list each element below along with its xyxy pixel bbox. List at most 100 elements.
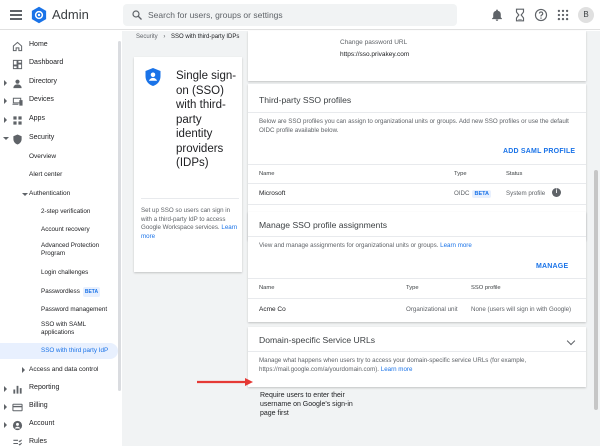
sidebar-item-label: Alert center <box>29 171 63 178</box>
shield-icon <box>13 134 22 145</box>
info-description: Set up SSO so users can sign in with a t… <box>141 198 239 241</box>
divider <box>248 112 586 113</box>
sidebar-item-label: Account <box>29 420 55 427</box>
profile-name: Microsoft <box>259 190 286 197</box>
divider <box>248 278 586 279</box>
sidebar-item-authentication[interactable]: Authentication <box>0 186 118 202</box>
profile-type: OIDC BETA <box>454 190 492 198</box>
domain-urls-title: Domain-specific Service URLs <box>259 335 376 345</box>
column-header-type: Type <box>406 285 419 291</box>
page-title: Single sign-on (SSO) with third-party id… <box>176 70 237 169</box>
sidebar-item-alert-center[interactable]: Alert center <box>0 167 118 183</box>
add-saml-profile-button[interactable]: ADD SAML PROFILE <box>503 148 575 155</box>
divider <box>248 351 586 352</box>
top-bar: Admin B <box>0 0 600 30</box>
third-party-sso-title: Third-party SSO profiles <box>259 95 352 105</box>
sidebar-item-label: Passwordless BETA <box>41 287 111 297</box>
breadcrumb-security-link[interactable]: Security <box>136 34 158 40</box>
person-icon <box>13 79 22 89</box>
sidebar-item-security[interactable]: Security <box>0 130 118 148</box>
main-menu-icon[interactable] <box>8 7 24 23</box>
sidebar-item-label: Apps <box>29 115 45 122</box>
sidebar: Home Dashboard Directory Devices Apps Se… <box>0 31 122 446</box>
sidebar-item-account[interactable]: Account <box>0 416 118 434</box>
column-header-status: Status <box>506 171 523 177</box>
info-description-text: Set up SSO so users can sign in with a t… <box>141 207 231 231</box>
main-scrollbar[interactable] <box>594 170 598 410</box>
notifications-bell-icon[interactable] <box>490 8 504 22</box>
assignment-name: Acme Co <box>259 306 286 313</box>
learn-more-link[interactable]: Learn more <box>381 366 413 373</box>
manage-button[interactable]: MANAGE <box>536 263 568 270</box>
expand-arrow-icon[interactable] <box>4 404 7 410</box>
change-password-label: Change password URL <box>340 39 408 46</box>
expand-arrow-icon[interactable] <box>4 117 7 123</box>
sidebar-item-apps[interactable]: Apps <box>0 111 118 129</box>
sidebar-item-label: SSO with SAML applications <box>41 321 86 336</box>
app-title[interactable]: Admin <box>52 7 89 22</box>
change-password-panel: Change password URL https://sso.privakey… <box>248 31 586 81</box>
sidebar-item-rules[interactable]: Rules <box>0 434 118 446</box>
assignments-title: Manage SSO profile assignments <box>259 220 388 230</box>
domain-urls-description: Manage what happens when users try to ac… <box>259 357 579 374</box>
sidebar-item-directory[interactable]: Directory <box>0 74 118 92</box>
sidebar-item-label: Dashboard <box>29 59 64 66</box>
info-icon[interactable]: i <box>552 188 561 197</box>
help-icon[interactable] <box>534 8 548 22</box>
third-party-sso-description: Below are SSO profiles you can assign to… <box>259 118 569 134</box>
divider <box>248 164 586 165</box>
annotation-note: Require users to enter their username on… <box>260 392 353 417</box>
sidebar-item-label: Access and data control <box>29 366 99 373</box>
sidebar-item-label: Security <box>29 134 55 141</box>
breadcrumb-separator: › <box>163 34 166 40</box>
credit-card-icon <box>12 403 23 412</box>
sidebar-item-home[interactable]: Home <box>0 37 118 55</box>
sidebar-item-password-management[interactable]: Password management <box>0 303 118 317</box>
account-circle-icon <box>12 420 23 431</box>
expand-arrow-icon[interactable] <box>4 98 7 104</box>
sidebar-item-sso-saml[interactable]: SSO with SAML applications <box>0 319 118 341</box>
apps-icon <box>13 116 22 125</box>
sidebar-item-sso-third-party[interactable]: SSO with third party IdP <box>0 343 118 359</box>
assignment-sso-profile: None (users will sign in with Google) <box>471 306 572 313</box>
column-header-type: Type <box>454 171 467 177</box>
hourglass-icon[interactable] <box>513 8 527 22</box>
sidebar-item-login-challenges[interactable]: Login challenges <box>0 266 118 280</box>
sidebar-item-label: Billing <box>29 402 48 409</box>
annotation-arrow-icon <box>197 378 253 386</box>
expand-arrow-icon[interactable] <box>4 422 7 428</box>
profile-type-text: OIDC <box>454 190 470 197</box>
search-icon[interactable] <box>131 9 143 21</box>
expand-arrow-icon[interactable] <box>4 386 7 392</box>
breadcrumb: Security › SSO with third-party IDPs <box>136 34 243 40</box>
search-input[interactable] <box>148 7 448 23</box>
chevron-down-icon[interactable] <box>566 336 576 346</box>
home-icon <box>12 41 23 52</box>
sidebar-item-devices[interactable]: Devices <box>0 92 118 110</box>
sidebar-item-billing[interactable]: Billing <box>0 398 118 416</box>
sidebar-item-dashboard[interactable]: Dashboard <box>0 55 118 73</box>
admin-logo-icon[interactable] <box>30 6 48 24</box>
sidebar-item-label: Login challenges <box>41 269 89 276</box>
user-avatar[interactable]: B <box>578 7 594 23</box>
sidebar-item-reporting[interactable]: Reporting <box>0 380 118 398</box>
sidebar-item-account-recovery[interactable]: Account recovery <box>0 223 118 237</box>
collapse-arrow-icon[interactable] <box>3 137 9 140</box>
collapse-arrow-icon[interactable] <box>22 193 28 196</box>
domain-urls-panel[interactable]: Domain-specific Service URLs Manage what… <box>248 327 586 387</box>
profile-status: System profile <box>506 190 546 197</box>
column-header-name: Name <box>259 285 275 291</box>
expand-arrow-icon[interactable] <box>22 367 25 373</box>
sidebar-scrollbar[interactable] <box>118 41 121 391</box>
divider <box>248 236 586 237</box>
sidebar-item-access-data-control[interactable]: Access and data control <box>0 362 118 378</box>
learn-more-link[interactable]: Learn more <box>440 242 472 249</box>
sidebar-item-advanced-protection[interactable]: Advanced Protection Program <box>0 240 118 264</box>
sidebar-item-overview[interactable]: Overview <box>0 149 118 165</box>
sidebar-item-2-step-verification[interactable]: 2-step verification <box>0 205 118 219</box>
sidebar-item-passwordless[interactable]: Passwordless BETA <box>0 284 118 298</box>
search-bar[interactable] <box>123 4 457 26</box>
sidebar-item-label: Overview <box>29 153 57 160</box>
apps-grid-icon[interactable] <box>556 8 570 22</box>
expand-arrow-icon[interactable] <box>4 80 7 86</box>
